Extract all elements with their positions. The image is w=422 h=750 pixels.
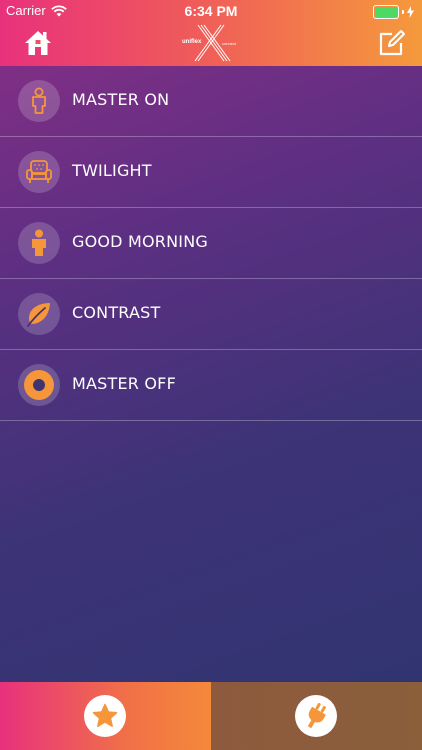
- uniflex-logo: uniflex connect: [180, 23, 242, 63]
- tab-favorites[interactable]: [0, 682, 211, 750]
- scene-label: TWILIGHT: [72, 161, 152, 180]
- scene-icon-badge: [18, 293, 60, 335]
- nav-bar: uniflex connect: [0, 22, 422, 66]
- tab-icon-badge: [84, 695, 126, 737]
- home-button[interactable]: [24, 29, 52, 57]
- scene-label: MASTER ON: [72, 90, 170, 109]
- charging-bolt-icon: [407, 6, 414, 18]
- scene-list: MASTER ON TWILIGHT GOOD MORNING CONTRAST…: [0, 66, 422, 421]
- battery-nub: [402, 10, 404, 14]
- edit-button[interactable]: [378, 29, 406, 57]
- person-outline-icon: [32, 87, 46, 114]
- scene-item-master-off[interactable]: MASTER OFF: [0, 350, 422, 421]
- logo-text: uniflex: [182, 39, 202, 45]
- tab-bar: [0, 682, 422, 750]
- scene-label: MASTER OFF: [72, 374, 176, 393]
- person-solid-icon: [32, 229, 46, 256]
- star-icon: [92, 703, 118, 727]
- edit-icon: [379, 30, 405, 56]
- status-bar: Carrier 6:34 PM: [0, 0, 422, 22]
- home-icon: [25, 31, 51, 55]
- battery-indicator: [373, 5, 414, 19]
- plug-icon: [307, 702, 326, 729]
- scene-label: CONTRAST: [72, 303, 161, 322]
- leaf-icon: [27, 303, 50, 327]
- scene-icon-badge: [18, 80, 60, 122]
- armchair-icon: [26, 160, 52, 183]
- scene-icon-badge: [18, 222, 60, 264]
- scene-item-good-morning[interactable]: GOOD MORNING: [0, 208, 422, 279]
- tab-icon-badge: [295, 695, 337, 737]
- scene-label: GOOD MORNING: [72, 232, 208, 251]
- scene-icon-badge: [18, 151, 60, 193]
- scene-icon-badge: [18, 364, 60, 406]
- status-time: 6:34 PM: [184, 3, 238, 19]
- header: Carrier 6:34 PM uniflex connect: [0, 0, 422, 66]
- scene-item-twilight[interactable]: TWILIGHT: [0, 137, 422, 208]
- scene-item-contrast[interactable]: CONTRAST: [0, 279, 422, 350]
- tab-devices[interactable]: [211, 682, 422, 750]
- scene-item-master-on[interactable]: MASTER ON: [0, 66, 422, 137]
- target-circle-icon: [24, 370, 54, 400]
- battery-fill: [375, 7, 397, 17]
- battery-icon: [373, 5, 399, 19]
- logo-subtext: connect: [222, 41, 237, 46]
